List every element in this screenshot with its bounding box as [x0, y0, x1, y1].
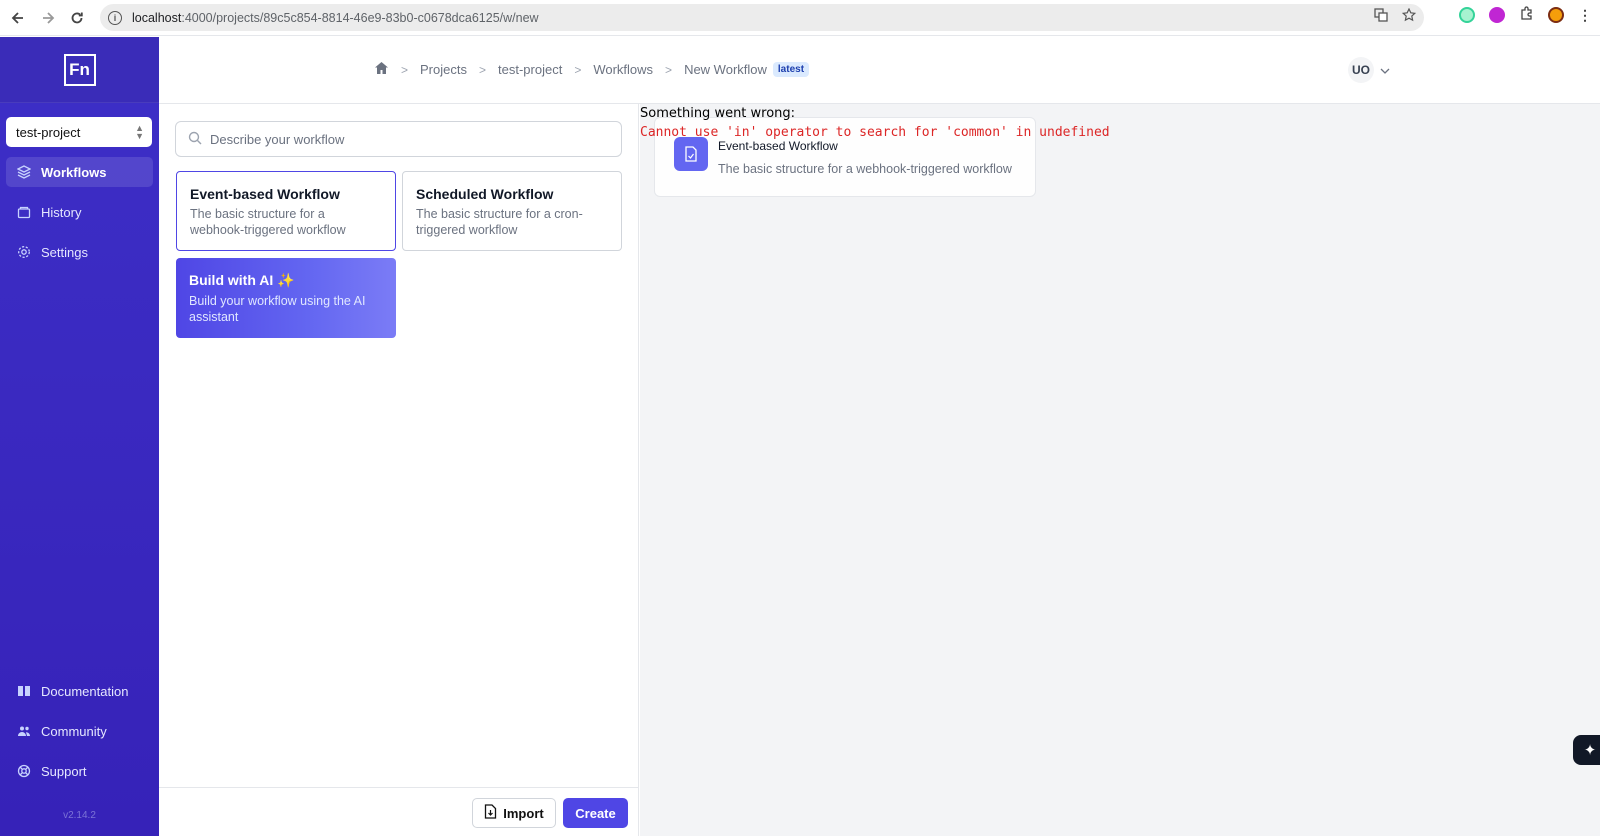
template-card-event[interactable]: Event-based Workflow The basic structure…: [176, 171, 396, 251]
project-select[interactable]: test-project ▲ ▼: [6, 117, 152, 147]
template-description: Build your workflow using the AI assista…: [189, 294, 366, 324]
book-icon: [17, 684, 31, 698]
error-title: Something went wrong:: [640, 106, 796, 121]
document-icon: [674, 137, 708, 171]
template-description: The basic structure for a webhook-trigge…: [190, 207, 346, 237]
forward-icon[interactable]: [33, 3, 63, 33]
sidebar-item-label: History: [41, 204, 82, 220]
template-title: Event-based Workflow: [190, 186, 340, 202]
breadcrumb-projects[interactable]: Projects: [420, 62, 467, 77]
extensions-puzzle-icon[interactable]: [1519, 6, 1534, 24]
sidebar-item-label: Settings: [41, 244, 88, 260]
sidebar-item-settings[interactable]: Settings: [6, 237, 153, 267]
chevron-right-icon: >: [574, 62, 582, 77]
project-select-value: test-project: [16, 124, 81, 140]
lifebuoy-icon: [17, 764, 31, 778]
breadcrumb: > Projects > test-project > Workflows > …: [374, 61, 810, 78]
address-bar[interactable]: i localhost:4000/projects/89c5c854-8814-…: [100, 4, 1424, 31]
template-panel: Event-based Workflow The basic structure…: [159, 104, 639, 836]
extension-green-icon[interactable]: [1459, 7, 1475, 23]
chevron-right-icon: >: [665, 62, 673, 77]
app-logo[interactable]: Fn: [63, 53, 96, 86]
avatar: UO: [1348, 57, 1374, 83]
breadcrumb-project[interactable]: test-project: [498, 62, 562, 77]
logo-area: Fn: [0, 37, 159, 103]
error-message: Cannot use 'in' operator to search for '…: [640, 125, 1110, 140]
sidebar-item-label: Community: [41, 723, 107, 739]
bookmark-star-icon[interactable]: [1401, 7, 1417, 25]
sidebar-item-label: Support: [41, 763, 87, 779]
chevron-right-icon: >: [401, 62, 409, 77]
sidebar-item-label: Documentation: [41, 683, 129, 699]
panel-footer: Import Create: [159, 787, 639, 836]
workflow-search: [175, 121, 622, 157]
site-info-icon[interactable]: i: [108, 10, 122, 25]
extension-purple-icon[interactable]: [1489, 7, 1505, 23]
translate-icon[interactable]: [1374, 8, 1388, 25]
version-badge: latest: [772, 62, 810, 77]
back-icon[interactable]: [3, 3, 33, 33]
create-button[interactable]: Create: [563, 798, 628, 828]
template-title: Scheduled Workflow: [416, 186, 554, 202]
import-label: Import: [503, 805, 544, 821]
home-icon[interactable]: [374, 61, 389, 78]
users-icon: [17, 724, 31, 738]
sidebar-item-label: Workflows: [41, 164, 107, 180]
browser-menu-icon[interactable]: ⋮: [1578, 7, 1592, 24]
import-button[interactable]: Import: [472, 798, 556, 828]
chevron-updown-icon: ▲ ▼: [135, 123, 144, 141]
chevron-down-icon: [1380, 63, 1390, 77]
sidebar-item-community[interactable]: Community: [6, 716, 153, 746]
sidebar-item-history[interactable]: History: [6, 197, 153, 227]
user-menu[interactable]: UO: [1348, 57, 1390, 83]
file-import-icon: [484, 804, 497, 822]
workflow-canvas[interactable]: Event-based Workflow The basic structure…: [640, 104, 1600, 836]
template-card-scheduled[interactable]: Scheduled Workflow The basic structure f…: [402, 171, 622, 251]
top-header: > Projects > test-project > Workflows > …: [159, 37, 1600, 104]
sidebar: Fn test-project ▲ ▼ Workflows History Set…: [0, 37, 159, 836]
template-card-ai[interactable]: Build with AI ✨ Build your workflow usin…: [176, 258, 396, 338]
node-description: The basic structure for a webhook-trigge…: [718, 162, 1012, 176]
reload-icon[interactable]: [62, 3, 92, 33]
search-input[interactable]: [210, 131, 610, 147]
browser-toolbar: i localhost:4000/projects/89c5c854-8814-…: [0, 0, 1600, 36]
sidebar-item-documentation[interactable]: Documentation: [6, 676, 153, 706]
gear-icon: [17, 245, 31, 259]
history-icon: [17, 205, 31, 219]
chevron-right-icon: >: [478, 62, 486, 77]
search-icon: [188, 131, 202, 148]
url-text: localhost:4000/projects/89c5c854-8814-46…: [132, 10, 539, 25]
ai-assistant-button[interactable]: ✦: [1573, 735, 1600, 765]
layers-icon: [17, 165, 31, 179]
breadcrumb-workflows[interactable]: Workflows: [593, 62, 653, 77]
sidebar-item-support[interactable]: Support: [6, 756, 153, 786]
sidebar-item-workflows[interactable]: Workflows: [6, 157, 153, 187]
app-version: v2.14.2: [63, 810, 96, 821]
node-title: Event-based Workflow: [718, 139, 838, 153]
template-title: Build with AI ✨: [189, 272, 295, 288]
breadcrumb-new-workflow: New Workflow: [684, 62, 767, 77]
profile-avatar-icon[interactable]: [1548, 7, 1564, 23]
sparkle-icon: ✦: [1583, 742, 1597, 759]
template-description: The basic structure for a cron-triggered…: [416, 207, 583, 237]
